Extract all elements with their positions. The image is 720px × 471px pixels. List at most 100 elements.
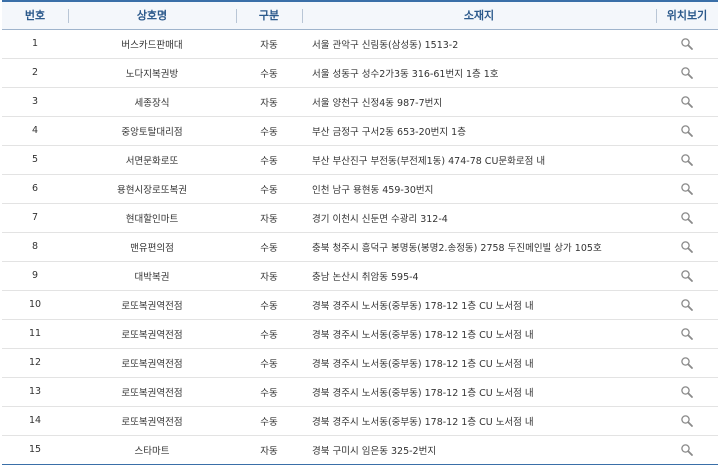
sale-type: 자동: [236, 435, 302, 465]
store-name: 서면문화로또: [68, 145, 236, 175]
row-number: 11: [2, 319, 68, 349]
header-no: 번호: [2, 1, 68, 30]
table-row: 1 버스카드판매대 자동 서울 관악구 신림동(삼성동) 1513-2: [2, 29, 718, 59]
location-cell: [656, 261, 718, 291]
table-row: 3 세종장식 자동 서울 양천구 신정4동 987-7번지: [2, 87, 718, 117]
location-cell: [656, 406, 718, 436]
row-number: 1: [2, 29, 68, 59]
magnifier-icon[interactable]: [680, 269, 694, 283]
store-name: 로또복권역전점: [68, 406, 236, 436]
table-row: 8 맨유편의점 수동 충북 청주시 흥덕구 봉명동(봉명2.송정동) 2758 두진메…: [2, 232, 718, 262]
location-cell: [656, 87, 718, 117]
store-name: 맨유편의점: [68, 232, 236, 262]
location-cell: [656, 377, 718, 407]
row-number: 15: [2, 435, 68, 465]
table-body: 1 버스카드판매대 자동 서울 관악구 신림동(삼성동) 1513-2 2 노다지복권방 수…: [2, 29, 718, 465]
magnifier-icon[interactable]: [680, 37, 694, 51]
sale-type: 자동: [236, 203, 302, 233]
table-row: 13 로또복권역전점 수동 경북 경주시 노서동(중부동) 178-12 1층 CU …: [2, 377, 718, 407]
row-number: 13: [2, 377, 68, 407]
sale-type: 수동: [236, 377, 302, 407]
table-row: 12 로또복권역전점 수동 경북 경주시 노서동(중부동) 178-12 1층 CU …: [2, 348, 718, 378]
row-number: 5: [2, 145, 68, 175]
location-cell: [656, 29, 718, 59]
sale-type: 수동: [236, 348, 302, 378]
table-row: 9 대박복권 자동 충남 논산시 취암동 595-4: [2, 261, 718, 291]
location-cell: [656, 290, 718, 320]
store-table: 번호 상호명 구분 소재지 위치보기 1 버스카드판매대 자동 서울 관악구 신림동(…: [2, 0, 718, 465]
magnifier-icon[interactable]: [680, 443, 694, 457]
store-address: 충북 청주시 흥덕구 봉명동(봉명2.송정동) 2758 두진메인빌 상가 10…: [302, 232, 656, 262]
magnifier-icon[interactable]: [680, 182, 694, 196]
sale-type: 수동: [236, 58, 302, 88]
store-address: 부산 부산진구 부전동(부전제1동) 474-78 CU문화로점 내: [302, 145, 656, 175]
magnifier-icon[interactable]: [680, 385, 694, 399]
table-row: 10 로또복권역전점 수동 경북 경주시 노서동(중부동) 178-12 1층 CU …: [2, 290, 718, 320]
location-cell: [656, 203, 718, 233]
row-number: 8: [2, 232, 68, 262]
row-number: 2: [2, 58, 68, 88]
magnifier-icon[interactable]: [680, 66, 694, 80]
store-name: 대박복권: [68, 261, 236, 291]
sale-type: 수동: [236, 174, 302, 204]
store-address: 서울 관악구 신림동(삼성동) 1513-2: [302, 29, 656, 59]
table-row: 6 용현시장로또복권 수동 인천 남구 용현동 459-30번지: [2, 174, 718, 204]
store-list-panel: 번호 상호명 구분 소재지 위치보기 1 버스카드판매대 자동 서울 관악구 신림동(…: [0, 0, 720, 471]
magnifier-icon[interactable]: [680, 95, 694, 109]
store-address: 서울 양천구 신정4동 987-7번지: [302, 87, 656, 117]
row-number: 7: [2, 203, 68, 233]
table-row: 11 로또복권역전점 수동 경북 경주시 노서동(중부동) 178-12 1층 CU …: [2, 319, 718, 349]
magnifier-icon[interactable]: [680, 240, 694, 254]
table-row: 14 로또복권역전점 수동 경북 경주시 노서동(중부동) 178-12 1층 CU …: [2, 406, 718, 436]
store-address: 부산 금정구 구서2동 653-20번지 1층: [302, 116, 656, 146]
row-number: 12: [2, 348, 68, 378]
location-cell: [656, 435, 718, 465]
store-name: 로또복권역전점: [68, 348, 236, 378]
location-cell: [656, 348, 718, 378]
header-address-label: 소재지: [463, 9, 495, 23]
magnifier-icon[interactable]: [680, 211, 694, 225]
sale-type: 수동: [236, 406, 302, 436]
row-number: 3: [2, 87, 68, 117]
magnifier-icon[interactable]: [680, 298, 694, 312]
store-address: 경북 경주시 노서동(중부동) 178-12 1층 CU 노서점 내: [302, 290, 656, 320]
location-cell: [656, 116, 718, 146]
sale-type: 자동: [236, 87, 302, 117]
store-address: 경북 경주시 노서동(중부동) 178-12 1층 CU 노서점 내: [302, 377, 656, 407]
magnifier-icon[interactable]: [680, 153, 694, 167]
table-header: 번호 상호명 구분 소재지 위치보기: [2, 1, 718, 30]
store-name: 현대할인마트: [68, 203, 236, 233]
sale-type: 수동: [236, 232, 302, 262]
store-address: 인천 남구 용현동 459-30번지: [302, 174, 656, 204]
header-name: 상호명: [68, 1, 236, 30]
store-name: 스타마트: [68, 435, 236, 465]
row-number: 9: [2, 261, 68, 291]
store-name: 버스카드판매대: [68, 29, 236, 59]
store-address: 경북 경주시 노서동(중부동) 178-12 1층 CU 노서점 내: [302, 319, 656, 349]
store-address: 충남 논산시 취암동 595-4: [302, 261, 656, 291]
magnifier-icon[interactable]: [680, 124, 694, 138]
table-row: 4 중앙토탈대리점 수동 부산 금정구 구서2동 653-20번지 1층: [2, 116, 718, 146]
sale-type: 자동: [236, 261, 302, 291]
magnifier-icon[interactable]: [680, 356, 694, 370]
magnifier-icon[interactable]: [680, 327, 694, 341]
location-cell: [656, 174, 718, 204]
table-row: 2 노다지복권방 수동 서울 성동구 성수2가3동 316-61번지 1층 1호: [2, 58, 718, 88]
header-type-label: 구분: [258, 9, 280, 23]
store-address: 경북 경주시 노서동(중부동) 178-12 1층 CU 노서점 내: [302, 406, 656, 436]
table-row: 5 서면문화로또 수동 부산 부산진구 부전동(부전제1동) 474-78 CU문화로…: [2, 145, 718, 175]
magnifier-icon[interactable]: [680, 414, 694, 428]
store-address: 경기 이천시 신둔면 수광리 312-4: [302, 203, 656, 233]
header-name-label: 상호명: [136, 9, 168, 23]
store-name: 노다지복권방: [68, 58, 236, 88]
location-cell: [656, 319, 718, 349]
store-name: 세종장식: [68, 87, 236, 117]
store-name: 로또복권역전점: [68, 377, 236, 407]
header-address: 소재지: [302, 1, 656, 30]
store-address: 서울 성동구 성수2가3동 316-61번지 1층 1호: [302, 58, 656, 88]
header-location-label: 위치보기: [666, 9, 708, 23]
row-number: 4: [2, 116, 68, 146]
store-name: 용현시장로또복권: [68, 174, 236, 204]
location-cell: [656, 232, 718, 262]
sale-type: 수동: [236, 319, 302, 349]
